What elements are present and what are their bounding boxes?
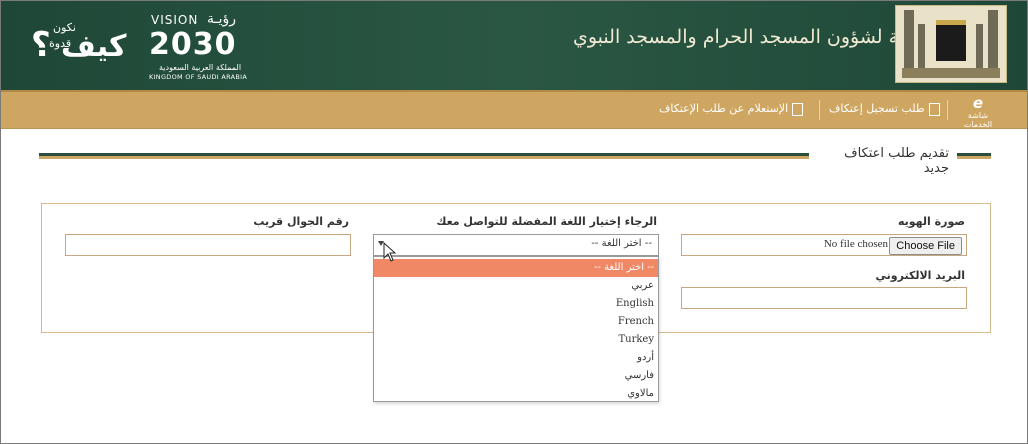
relative-mobile-label: رقم الجوال قريب <box>253 215 349 228</box>
email-input[interactable] <box>681 287 967 309</box>
language-select[interactable]: -- اختر اللغة -- <box>373 234 659 256</box>
services-home-icon: e <box>972 94 984 112</box>
main-navbar: e شاشة الخدمات طلب تسجيل إعتكاف الإستعلا… <box>1 90 1027 131</box>
nav-inquiry-itikaf[interactable]: الإستعلام عن طلب الإعتكاف <box>659 98 804 120</box>
file-status-text: No file chosen <box>823 238 888 250</box>
section-title: تقديم طلب اعتكاف جديد <box>844 146 949 176</box>
kingdom-ar-text: المملكة العربية السعودية <box>159 63 242 72</box>
language-option[interactable]: Turkey <box>376 331 654 349</box>
nav-divider <box>819 100 820 120</box>
id-photo-file-input[interactable]: Choose File No file chosen <box>681 234 967 256</box>
document-icon <box>792 102 804 116</box>
site-header: ؟ نكون قدوة كيف VISION رؤيـة 2030 المملك… <box>1 1 1027 90</box>
email-label: البريد الالكتروني <box>875 269 965 282</box>
section-title-bar <box>39 153 809 159</box>
language-option[interactable]: French <box>376 313 654 331</box>
kingdom-en-text: KINGDOM OF SAUDI ARABIA <box>149 73 248 81</box>
nav-home-services[interactable]: e شاشة الخدمات <box>956 94 1000 130</box>
document-icon <box>928 102 940 116</box>
nav-divider <box>947 100 948 120</box>
language-option[interactable]: English <box>376 295 654 313</box>
language-option[interactable]: -- اختر اللغة -- <box>374 259 658 277</box>
nav-inquiry-itikaf-label: الإستعلام عن طلب الإعتكاف <box>659 102 789 115</box>
mouse-pointer-icon <box>383 242 397 262</box>
agency-calligraphy-logo: الرئاسة العامة لشؤون المسجد الحرام والمس… <box>573 26 1000 48</box>
id-photo-label: صورة الهويه <box>897 215 965 228</box>
section-title-bar-end <box>957 153 991 159</box>
nav-register-itikaf[interactable]: طلب تسجيل إعتكاف <box>829 98 940 120</box>
language-option[interactable]: عربي <box>376 277 654 295</box>
relative-mobile-input[interactable] <box>65 234 351 256</box>
vision-year: 2030 <box>149 27 237 62</box>
choose-file-button[interactable]: Choose File <box>889 237 962 255</box>
vision-2030-logo: VISION رؤيـة 2030 المملكة العربية السعود… <box>149 11 269 83</box>
language-dropdown-list: -- اختر اللغة -- عربي English French Tur… <box>373 256 659 402</box>
vision-ar-text: رؤيـة <box>207 11 237 27</box>
language-selected-value: -- اختر اللغة -- <box>591 238 652 249</box>
vision-en-text: VISION <box>151 13 199 27</box>
nav-register-itikaf-label: طلب تسجيل إعتكاف <box>829 102 925 115</box>
language-option[interactable]: فارسي <box>376 367 654 385</box>
language-label: الرجاء إختيار اللغة المفضلة للتواصل معك <box>436 215 657 228</box>
slogan-question-mark: ؟ <box>31 25 51 65</box>
kayf-nakoon-qudwa-logo: ؟ نكون قدوة كيف <box>31 15 141 75</box>
nav-home-label: شاشة الخدمات <box>963 111 993 129</box>
slogan-main: كيف <box>61 29 127 64</box>
language-option[interactable]: مالاوي <box>376 385 654 403</box>
haram-emblem-image <box>895 5 1007 83</box>
browser-viewport: ؟ نكون قدوة كيف VISION رؤيـة 2030 المملك… <box>0 0 1028 444</box>
language-option[interactable]: أردو <box>376 349 654 367</box>
